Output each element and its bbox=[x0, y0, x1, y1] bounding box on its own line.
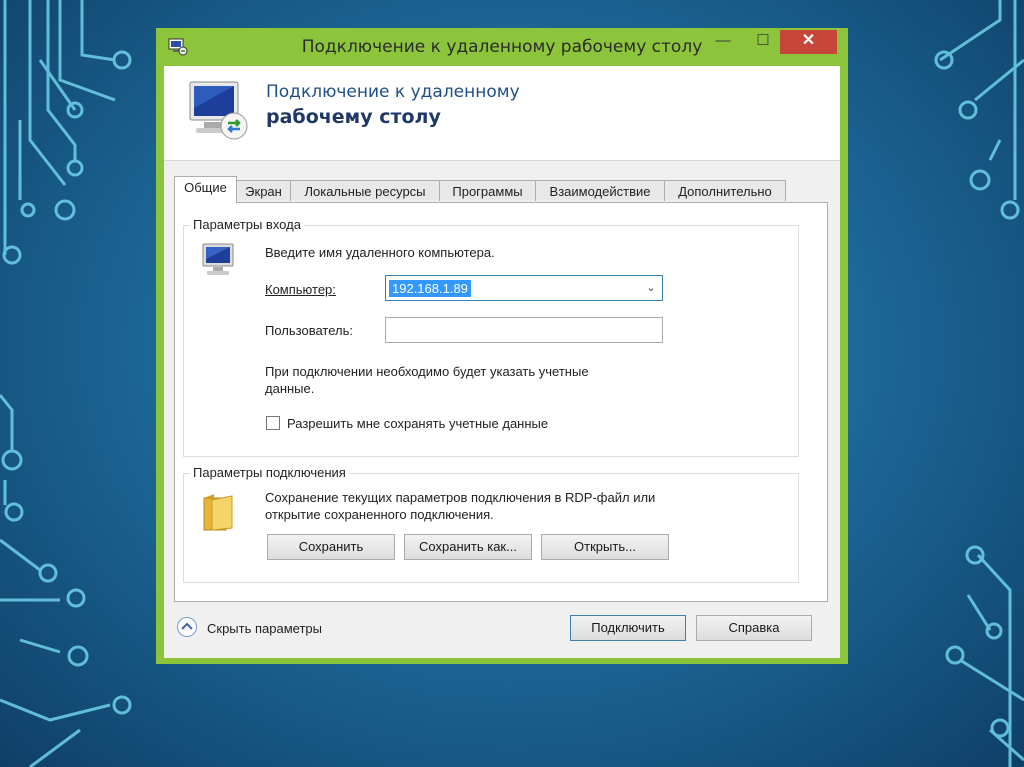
credentials-note-line2: данные. bbox=[265, 381, 315, 396]
login-group-title: Параметры входа bbox=[190, 217, 304, 232]
connection-desc-line1: Сохранение текущих параметров подключени… bbox=[265, 490, 656, 505]
save-credentials-label[interactable]: Разрешить мне сохранять учетные данные bbox=[287, 416, 548, 431]
open-button[interactable]: Открыть... bbox=[541, 534, 669, 560]
computer-label: Компьютер: bbox=[265, 282, 336, 297]
tab-screen[interactable]: Экран bbox=[236, 180, 291, 201]
dialog-client-area: Подключение к удаленному рабочему столу … bbox=[164, 66, 840, 658]
hide-options-link[interactable]: Скрыть параметры bbox=[207, 621, 322, 636]
connection-desc-line2: открытие сохраненного подключения. bbox=[265, 507, 494, 522]
help-button[interactable]: Справка bbox=[696, 615, 812, 641]
minimize-button[interactable]: — bbox=[708, 30, 738, 54]
window-title: Подключение к удаленному рабочему столу bbox=[301, 37, 703, 57]
save-credentials-checkbox[interactable] bbox=[266, 416, 280, 430]
connection-settings-group: Параметры подключения Сохранение текущих… bbox=[183, 465, 799, 583]
remote-desktop-monitor-icon bbox=[189, 81, 248, 140]
close-button[interactable]: ✕ bbox=[780, 30, 837, 54]
tab-panel-general: Параметры входа Введите имя удаленного к… bbox=[174, 202, 828, 602]
rdp-window: Подключение к удаленному рабочему столу … bbox=[156, 28, 848, 664]
banner-title-line2: рабочему столу bbox=[266, 106, 441, 128]
header-banner: Подключение к удаленному рабочему столу bbox=[164, 66, 840, 161]
user-field[interactable] bbox=[385, 317, 663, 343]
folder-icon bbox=[203, 494, 233, 531]
banner-title-line1: Подключение к удаленному bbox=[266, 82, 520, 102]
computer-icon bbox=[202, 243, 234, 275]
save-button[interactable]: Сохранить bbox=[267, 534, 395, 560]
chevron-up-circle-icon[interactable] bbox=[176, 616, 198, 638]
tab-advanced[interactable]: Дополнительно bbox=[664, 180, 786, 201]
tab-interaction[interactable]: Взаимодействие bbox=[535, 180, 665, 201]
connect-button[interactable]: Подключить bbox=[570, 615, 686, 641]
login-settings-group: Параметры входа Введите имя удаленного к… bbox=[183, 217, 799, 457]
tab-programs[interactable]: Программы bbox=[439, 180, 536, 201]
tab-general[interactable]: Общие bbox=[174, 176, 237, 203]
computer-value: 192.168.1.89 bbox=[389, 280, 471, 297]
title-bar[interactable]: Подключение к удаленному рабочему столу … bbox=[156, 28, 848, 66]
maximize-button[interactable]: ☐ bbox=[748, 30, 778, 54]
connection-group-title: Параметры подключения bbox=[190, 465, 349, 480]
computer-prompt: Введите имя удаленного компьютера. bbox=[265, 245, 495, 260]
user-label: Пользователь: bbox=[265, 323, 353, 338]
credentials-note-line1: При подключении необходимо будет указать… bbox=[265, 364, 589, 379]
tab-local-resources[interactable]: Локальные ресурсы bbox=[290, 180, 440, 201]
chevron-down-icon[interactable]: ⌄ bbox=[643, 279, 659, 297]
computer-combobox[interactable]: 192.168.1.89 ⌄ bbox=[385, 275, 663, 301]
save-as-button[interactable]: Сохранить как... bbox=[404, 534, 532, 560]
